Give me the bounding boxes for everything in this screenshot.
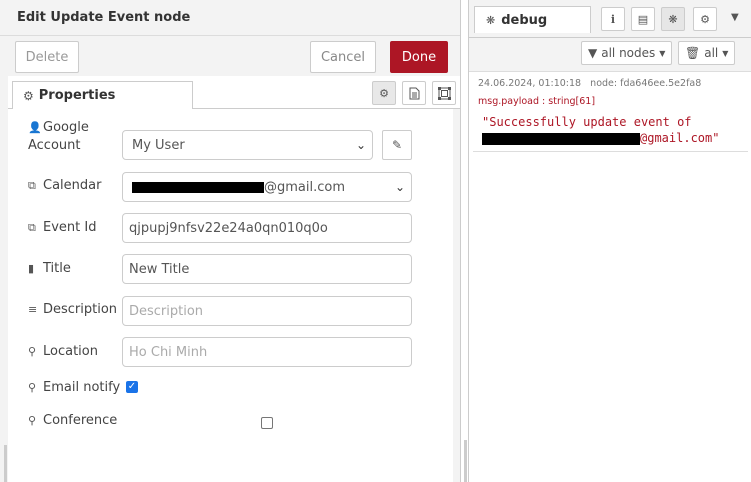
- trash-icon: 🗑: [685, 46, 701, 60]
- calendar-label: ⧉ Calendar: [28, 178, 102, 193]
- map-marker-icon: ⚲: [28, 414, 37, 427]
- map-marker-icon: ⚲: [28, 381, 37, 394]
- bookmark-icon: ▮: [28, 262, 35, 275]
- caret-down-icon[interactable]: ▼: [731, 12, 739, 23]
- cancel-button[interactable]: Cancel: [310, 41, 376, 73]
- email-notify-label: ⚲ Email notify: [28, 380, 121, 395]
- tray-edge: [0, 76, 8, 482]
- gear-icon: ⚙: [23, 88, 34, 103]
- email-notify-checkbox[interactable]: ✓: [126, 381, 138, 393]
- clear-label: all: [704, 46, 719, 60]
- tab-debug[interactable]: ❋ debug: [474, 6, 591, 33]
- filter-icon: ▼: [588, 46, 598, 60]
- description-input[interactable]: Description: [122, 296, 412, 326]
- config-tab-button[interactable]: ⚙: [693, 7, 717, 31]
- location-label: ⚲ Location: [28, 344, 98, 359]
- chevron-down-icon: ⌄: [394, 180, 405, 194]
- user-icon: 👤: [28, 121, 42, 134]
- description-label: ≡ Description: [28, 302, 118, 317]
- map-marker-icon: ⚲: [28, 345, 37, 358]
- chevron-down-icon: ⌄: [355, 138, 366, 152]
- redacted-text: [482, 132, 640, 145]
- gear-icon: ⚙: [700, 12, 710, 26]
- debug-sidebar: ❋ debug i ▤ ❋ ⚙ ▼ ▼ all nodes ▼ 🗑 all ▼: [468, 0, 751, 482]
- book-icon: ▤: [637, 12, 649, 26]
- calendar-select[interactable]: @gmail.com ⌄: [122, 172, 412, 202]
- edit-account-button[interactable]: ✎: [382, 130, 412, 160]
- debug-tab-button[interactable]: ❋: [661, 7, 685, 31]
- tag-icon: ⧉: [28, 221, 36, 234]
- tab-debug-label: debug: [501, 12, 548, 28]
- done-button[interactable]: Done: [390, 41, 448, 73]
- tray-divider: [460, 0, 461, 482]
- tray-title: Edit Update Event node: [17, 10, 191, 25]
- message-payload[interactable]: "Successfully update event of @gmail.com…: [482, 114, 719, 146]
- event-id-label: ⧉ Event Id: [28, 220, 97, 235]
- align-justify-icon: ≡: [28, 303, 38, 316]
- filter-nodes-label: all nodes: [601, 46, 656, 60]
- delete-button[interactable]: Delete: [15, 41, 79, 73]
- debug-toolbar: ▼ all nodes ▼ 🗑 all ▼: [469, 38, 751, 72]
- event-id-input[interactable]: qjpupj9nfsv22e24a0qn010q0o: [122, 213, 412, 243]
- message-timestamp: 24.06.2024, 01:10:18: [478, 78, 582, 89]
- resize-handle[interactable]: [4, 445, 7, 482]
- title-label: ▮ Title: [28, 261, 71, 276]
- tray-header: Edit Update Event node: [0, 0, 461, 36]
- tray-toolbar: Delete Cancel Done: [0, 36, 461, 76]
- conference-checkbox[interactable]: [261, 417, 273, 429]
- tab-properties[interactable]: ⚙ Properties: [12, 81, 193, 110]
- tray-tabbar: ⚙ Properties ⚙: [8, 76, 461, 110]
- help-tab-button[interactable]: ▤: [631, 7, 655, 31]
- clear-messages-button[interactable]: 🗑 all ▼: [678, 41, 736, 65]
- description-tab-icon[interactable]: [402, 81, 426, 105]
- title-input[interactable]: New Title: [122, 254, 412, 284]
- message-topic: msg.payload : string[61]: [478, 96, 596, 107]
- message-node[interactable]: node: fda646ee.5e2fa8: [590, 78, 701, 89]
- sidebar-resize-handle[interactable]: [464, 440, 467, 482]
- google-account-select[interactable]: My User ⌄: [122, 130, 373, 160]
- object-group-icon: [437, 86, 451, 100]
- edit-tray: Edit Update Event node Delete Cancel Don…: [0, 0, 461, 482]
- sidebar-header: ❋ debug i ▤ ❋ ⚙ ▼: [469, 0, 751, 38]
- gear-icon: ⚙: [379, 86, 389, 100]
- google-account-label: 👤Google Account: [28, 120, 89, 153]
- file-text-icon: [409, 87, 419, 99]
- bug-icon: ❋: [486, 13, 496, 27]
- pencil-icon: ✎: [391, 138, 403, 152]
- redacted-text: [132, 181, 264, 193]
- caret-down-icon: ▼: [659, 48, 666, 58]
- appearance-tab-icon[interactable]: [432, 81, 456, 105]
- tab-properties-label: Properties: [38, 88, 116, 103]
- location-input[interactable]: Ho Chi Minh: [122, 337, 412, 367]
- settings-tab-icon[interactable]: ⚙: [372, 81, 396, 105]
- filter-nodes-button[interactable]: ▼ all nodes ▼: [581, 41, 673, 65]
- bug-icon: ❋: [668, 12, 678, 26]
- caret-down-icon: ▼: [722, 48, 729, 58]
- message-meta: 24.06.2024, 01:10:18 node: fda646ee.5e2f…: [478, 78, 701, 89]
- info-tab-button[interactable]: i: [601, 7, 625, 31]
- conference-label: ⚲ Conference: [28, 413, 118, 428]
- tag-icon: ⧉: [28, 179, 36, 192]
- debug-message[interactable]: 24.06.2024, 01:10:18 node: fda646ee.5e2f…: [473, 74, 748, 152]
- info-icon: i: [610, 12, 616, 26]
